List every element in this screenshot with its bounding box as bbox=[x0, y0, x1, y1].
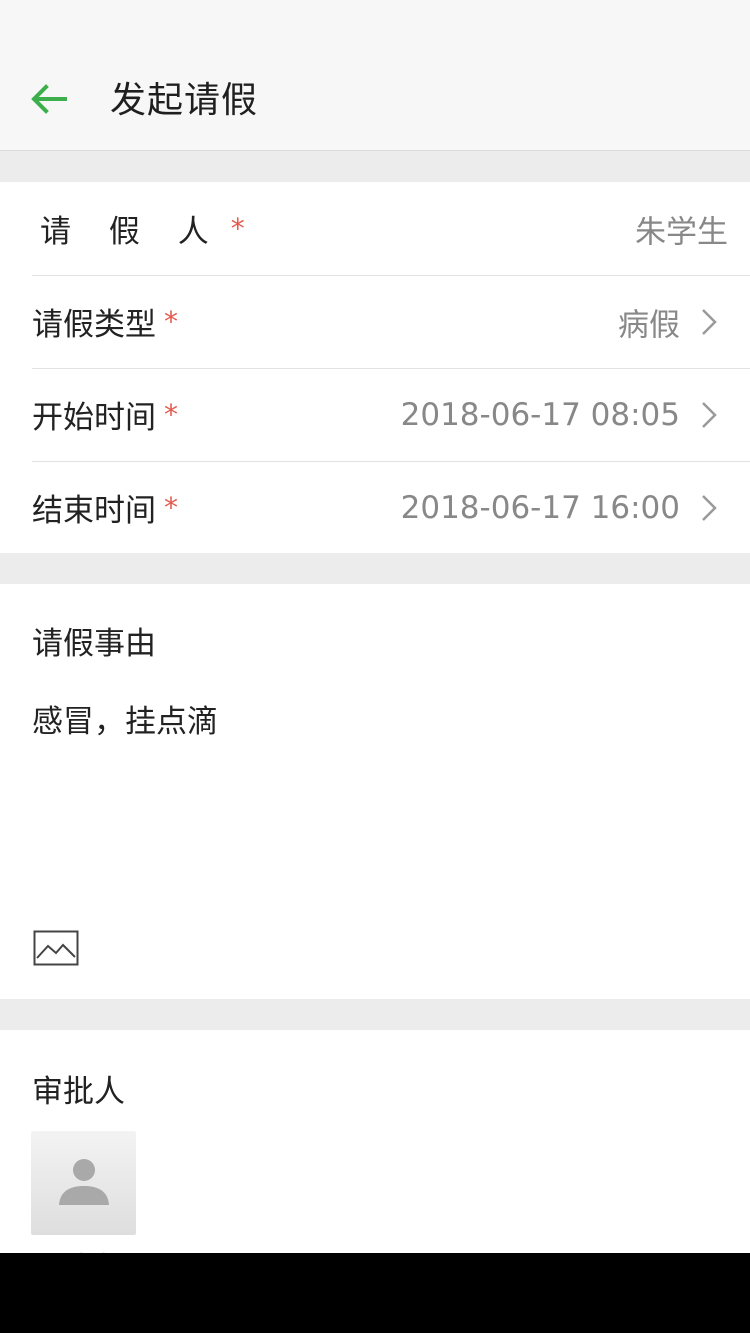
section-divider bbox=[0, 553, 750, 584]
end-time-label-text: 结束时间 bbox=[32, 493, 156, 529]
start-time-value[interactable]: 2018-06-17 08:05 bbox=[401, 397, 680, 433]
reason-title: 请假事由 bbox=[32, 626, 156, 662]
end-time-label: 结束时间 * bbox=[32, 485, 178, 530]
approver-title: 审批人 bbox=[32, 1074, 125, 1110]
header-bar: 发起请假 bbox=[0, 0, 750, 151]
arrow-left-icon bbox=[31, 84, 67, 118]
back-button[interactable] bbox=[22, 75, 76, 127]
section-divider bbox=[0, 151, 750, 182]
applicant-label: 请 假 人 * bbox=[32, 206, 245, 251]
end-time-row[interactable]: 结束时间 * 2018-06-17 16:00 bbox=[0, 461, 750, 554]
leave-type-label: 请假类型 * bbox=[32, 299, 178, 344]
reason-textarea[interactable]: 感冒，挂点滴 bbox=[32, 696, 218, 741]
section-divider bbox=[0, 999, 750, 1030]
start-time-label: 开始时间 * bbox=[32, 392, 178, 437]
required-mark: * bbox=[164, 398, 178, 431]
leave-type-value[interactable]: 病假 bbox=[618, 299, 680, 344]
leave-type-label-text: 请假类型 bbox=[32, 307, 156, 343]
required-mark: * bbox=[164, 305, 178, 338]
system-navigation-bar bbox=[0, 1253, 750, 1333]
end-time-value[interactable]: 2018-06-17 16:00 bbox=[401, 490, 680, 526]
leave-form: 请 假 人 * 朱学生 请假类型 * 病假 开始时间 * 2018-06-17 … bbox=[0, 182, 750, 554]
start-time-label-text: 开始时间 bbox=[32, 400, 156, 436]
user-avatar-icon bbox=[56, 1153, 112, 1213]
chevron-right-icon bbox=[700, 307, 718, 337]
page-title: 发起请假 bbox=[110, 80, 259, 121]
leave-type-row[interactable]: 请假类型 * 病假 bbox=[0, 275, 750, 368]
approver-section: 审批人 张老师 bbox=[0, 1030, 750, 1282]
image-icon[interactable] bbox=[33, 930, 79, 966]
applicant-label-text: 请 假 人 bbox=[40, 214, 223, 250]
approver-avatar[interactable] bbox=[31, 1131, 136, 1235]
chevron-right-icon bbox=[700, 400, 718, 430]
reason-section: 请假事由 感冒，挂点滴 bbox=[0, 584, 750, 999]
applicant-value: 朱学生 bbox=[635, 214, 728, 250]
chevron-right-icon bbox=[700, 493, 718, 523]
leave-request-page: 发起请假 请 假 人 * 朱学生 请假类型 * 病假 开始时间 * 2018-0… bbox=[0, 0, 750, 1333]
required-mark: * bbox=[164, 491, 178, 524]
start-time-row[interactable]: 开始时间 * 2018-06-17 08:05 bbox=[0, 368, 750, 461]
required-mark: * bbox=[230, 212, 245, 245]
applicant-row: 请 假 人 * 朱学生 bbox=[0, 182, 750, 275]
